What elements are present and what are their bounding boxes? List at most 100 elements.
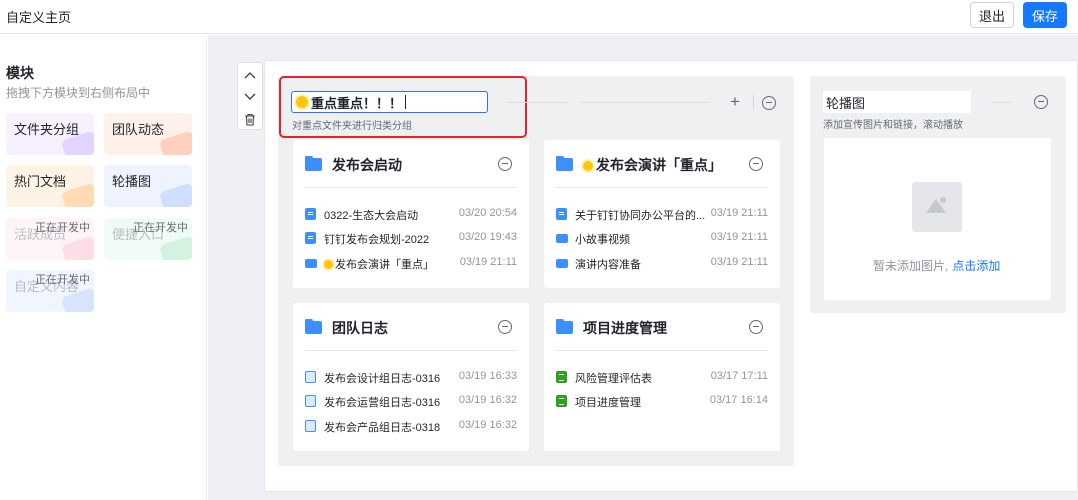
empty-text: 暂未添加图片, xyxy=(873,259,949,273)
item-time: 03/19 21:11 xyxy=(710,231,768,243)
module-label: 热门文档 xyxy=(14,174,67,189)
module-toolbar xyxy=(237,62,263,130)
chevron-down-icon[interactable] xyxy=(238,87,262,107)
remove-folder-icon[interactable] xyxy=(749,320,763,334)
carousel-name-input[interactable]: 轮播图 xyxy=(823,91,971,113)
module-folder-group[interactable]: 文件夹分组 xyxy=(6,113,94,155)
chevron-up-icon[interactable] xyxy=(238,65,262,85)
list-item[interactable]: 发布会产品组日志-0318 03/19 16:32 xyxy=(305,418,517,434)
folder-icon xyxy=(556,156,573,171)
module-custom-content: 自定义内容 正在开发中 xyxy=(6,270,94,312)
module-quick-entry: 便捷入口 正在开发中 xyxy=(104,218,192,260)
item-name: 发布会运营组日志-0316 xyxy=(324,397,441,409)
separator xyxy=(753,95,754,109)
trash-icon[interactable] xyxy=(238,109,262,129)
log-icon xyxy=(305,420,316,432)
top-bar: 自定义主页 退出 保存 xyxy=(0,0,1078,34)
list-item[interactable]: 关于钉钉协同办公平台的... 03/19 21:11 xyxy=(556,206,768,222)
module-panel: 模块 拖拽下方模块到右侧布局中 文件夹分组 团队动态 热门文档 轮播图 活跃成员… xyxy=(0,35,207,500)
folder-card-launch[interactable]: 发布会启动 0322-生态大会启动 03/20 20:54 钉钉发布会规划-20… xyxy=(293,140,529,288)
image-placeholder-icon xyxy=(912,182,962,232)
list-item[interactable]: 风险管理评估表 03/17 17:11 xyxy=(556,369,768,385)
save-button[interactable]: 保存 xyxy=(1023,2,1067,28)
item-time: 03/20 20:54 xyxy=(458,207,517,219)
list-item[interactable]: 项目进度管理 03/17 16:14 xyxy=(556,393,768,409)
log-icon xyxy=(305,371,316,383)
carousel-description: 添加宣传图片和链接，滚动播放 xyxy=(823,120,963,131)
header-divider xyxy=(992,102,1012,103)
document-icon xyxy=(556,208,567,220)
module-panel-heading: 模块 xyxy=(6,65,34,81)
add-folder-icon[interactable]: + xyxy=(730,92,740,112)
module-label: 团队动态 xyxy=(112,122,165,137)
card-title: 发布会演讲「重点」 xyxy=(583,155,722,175)
module-carousel[interactable]: 轮播图 xyxy=(104,165,192,207)
folder-card-team-log[interactable]: 团队日志 发布会设计组日志-0316 03/19 16:33 发布会运营组日志-… xyxy=(293,303,529,451)
module-active-members: 活跃成员 正在开发中 xyxy=(6,218,94,260)
item-time: 03/20 19:43 xyxy=(458,231,517,243)
list-item[interactable]: 发布会设计组日志-0316 03/19 16:33 xyxy=(305,369,517,385)
spreadsheet-icon xyxy=(556,395,567,407)
item-name-text: 发布会演讲「重点」 xyxy=(335,259,434,271)
remove-folder-icon[interactable] xyxy=(498,320,512,334)
item-name: 小故事视频 xyxy=(575,234,630,246)
list-item[interactable]: 0322-生态大会启动 03/20 20:54 xyxy=(305,206,517,222)
item-time: 03/19 16:32 xyxy=(458,394,517,406)
card-title: 发布会启动 xyxy=(332,157,402,173)
spreadsheet-icon xyxy=(556,371,567,383)
folder-card-progress[interactable]: 项目进度管理 风险管理评估表 03/17 17:11 项目进度管理 03/17 … xyxy=(544,303,780,451)
header-divider xyxy=(580,102,710,103)
item-time: 03/19 21:11 xyxy=(459,256,517,268)
folder-icon xyxy=(556,259,568,268)
remove-carousel-icon[interactable] xyxy=(1034,95,1048,109)
item-name: 演讲内容准备 xyxy=(575,259,641,271)
dev-status-badge: 正在开发中 xyxy=(133,222,188,234)
add-image-link[interactable]: 点击添加 xyxy=(952,259,1000,273)
dev-status-badge: 正在开发中 xyxy=(35,274,90,286)
item-time: 03/19 16:32 xyxy=(458,419,517,431)
item-name: 发布会产品组日志-0318 xyxy=(324,422,441,434)
list-item[interactable]: 发布会演讲「重点」 03/19 21:11 xyxy=(305,255,517,271)
item-time: 03/17 16:14 xyxy=(709,394,768,406)
card-divider xyxy=(305,187,517,188)
list-item[interactable]: 发布会运营组日志-0316 03/19 16:32 xyxy=(305,393,517,409)
module-panel-hint: 拖拽下方模块到右侧布局中 xyxy=(6,86,151,100)
item-name: 发布会设计组日志-0316 xyxy=(324,373,441,385)
log-icon xyxy=(305,395,316,407)
item-name: 钉钉发布会规划-2022 xyxy=(324,234,430,246)
sun-emoji-icon xyxy=(324,260,333,269)
document-icon xyxy=(305,232,316,244)
card-divider xyxy=(556,350,768,351)
card-title: 团队日志 xyxy=(332,320,388,336)
list-item[interactable]: 演讲内容准备 03/19 21:11 xyxy=(556,255,768,271)
remove-group-icon[interactable] xyxy=(762,96,776,110)
carousel-empty-state: 暂未添加图片, 点击添加 xyxy=(873,257,1000,274)
highlight-box xyxy=(279,76,527,138)
remove-folder-icon[interactable] xyxy=(749,157,763,171)
folder-icon xyxy=(556,319,573,334)
list-item[interactable]: 钉钉发布会规划-2022 03/20 19:43 xyxy=(305,230,517,246)
item-name: 项目进度管理 xyxy=(575,397,641,409)
remove-folder-icon[interactable] xyxy=(498,157,512,171)
item-name: 发布会演讲「重点」 xyxy=(324,256,434,272)
dev-status-badge: 正在开发中 xyxy=(35,222,90,234)
module-hot-docs[interactable]: 热门文档 xyxy=(6,165,94,207)
item-time: 03/19 16:33 xyxy=(458,370,517,382)
exit-button[interactable]: 退出 xyxy=(970,2,1014,28)
page-title: 自定义主页 xyxy=(6,10,72,25)
card-divider xyxy=(305,350,517,351)
folder-icon xyxy=(556,234,568,243)
list-item[interactable]: 小故事视频 03/19 21:11 xyxy=(556,230,768,246)
header-divider xyxy=(507,102,567,103)
module-team-activity[interactable]: 团队动态 xyxy=(104,113,192,155)
carousel-icon xyxy=(158,182,192,207)
card-title: 项目进度管理 xyxy=(583,320,667,336)
item-name: 关于钉钉协同办公平台的... xyxy=(575,210,706,222)
folder-icon xyxy=(305,259,317,268)
module-label: 文件夹分组 xyxy=(14,122,80,137)
folder-card-speech[interactable]: 发布会演讲「重点」 关于钉钉协同办公平台的... 03/19 21:11 小故事… xyxy=(544,140,780,288)
card-title-text: 发布会演讲「重点」 xyxy=(596,157,722,173)
card-divider xyxy=(556,187,768,188)
folder-icon xyxy=(305,156,322,171)
item-name: 风险管理评估表 xyxy=(575,373,652,385)
